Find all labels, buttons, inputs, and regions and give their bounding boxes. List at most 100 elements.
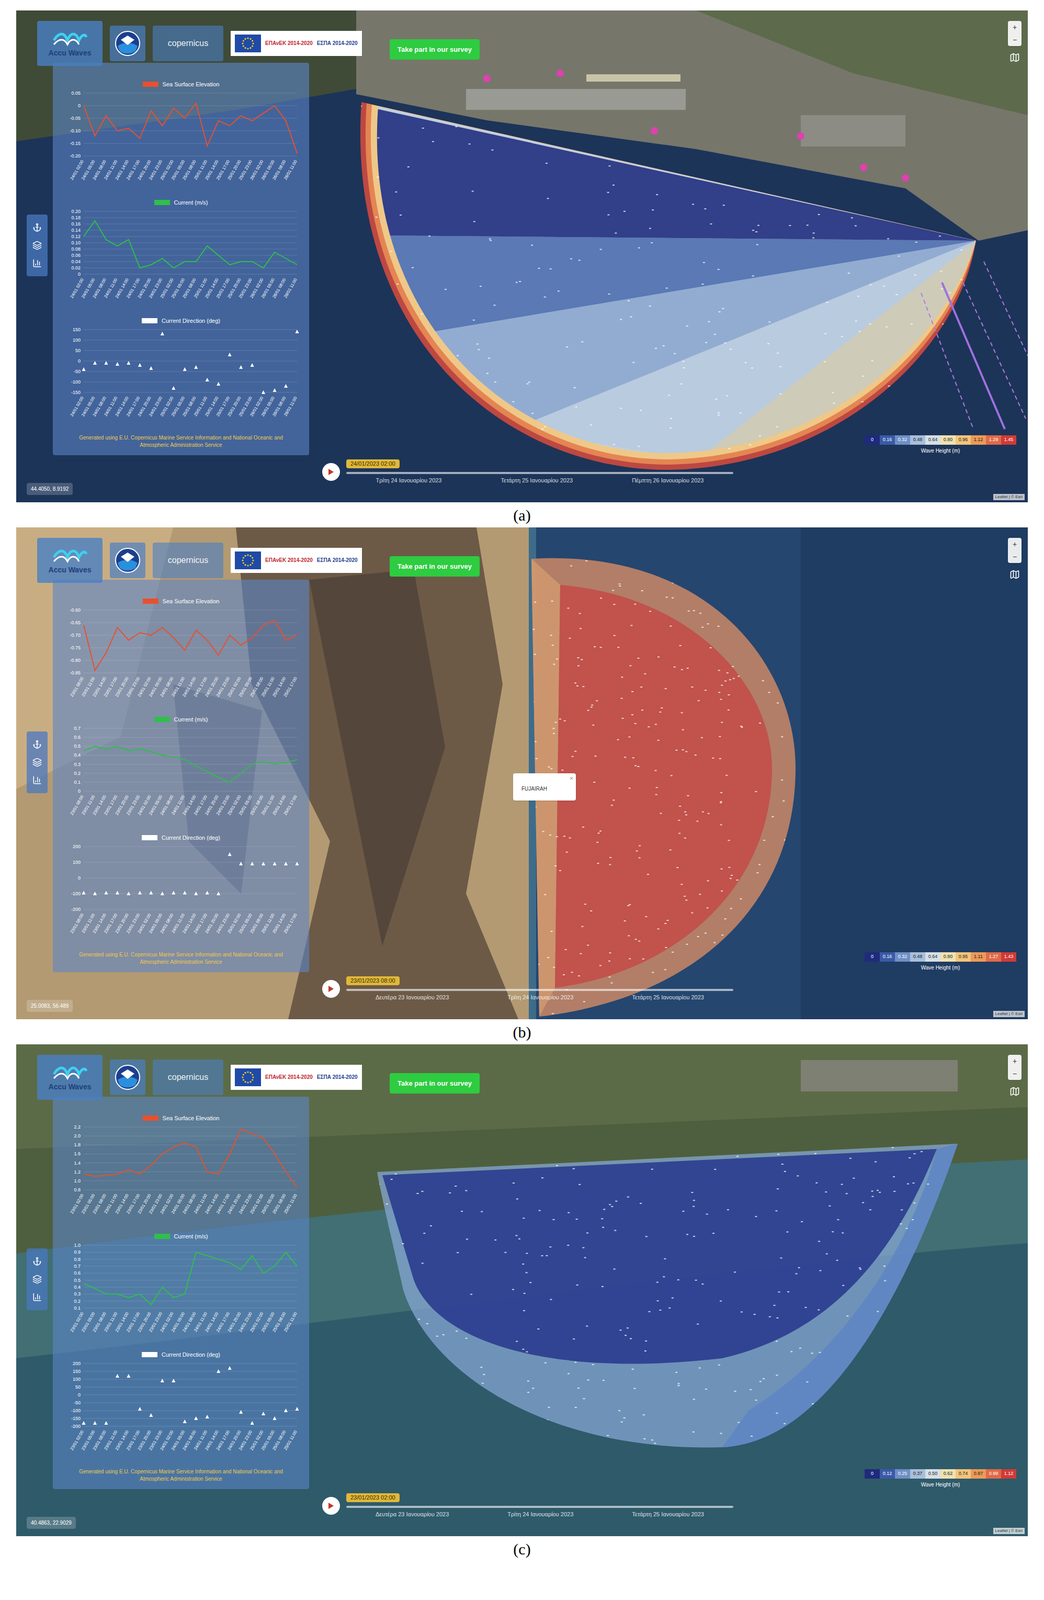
zoom-button[interactable]: − bbox=[1007, 550, 1022, 563]
svg-text:0.8: 0.8 bbox=[73, 1186, 81, 1193]
legend-swatch: 1.27 bbox=[985, 951, 1002, 962]
svg-text:0.4: 0.4 bbox=[73, 1284, 81, 1290]
svg-text:25/01 17:00: 25/01 17:00 bbox=[282, 793, 299, 816]
legend-swatch: 0.32 bbox=[894, 435, 911, 445]
play-button[interactable] bbox=[322, 1496, 340, 1515]
zoom-button[interactable]: − bbox=[1007, 1067, 1022, 1080]
play-icon bbox=[327, 984, 335, 993]
legend-swatch: 0.62 bbox=[940, 1468, 956, 1479]
espa-logo: ΕΣΠΑ 2014-2020 bbox=[316, 557, 358, 564]
direction-arrow-icon bbox=[149, 366, 153, 370]
svg-text:0.05: 0.05 bbox=[71, 90, 81, 96]
survey-button[interactable]: Take part in our survey bbox=[389, 1072, 480, 1094]
chart: Current (m/s)0.70.60.50.40.30.20.1023/01… bbox=[59, 714, 303, 829]
direction-arrow-icon bbox=[284, 1408, 288, 1412]
direction-arrow-icon bbox=[138, 1406, 142, 1411]
noaa-icon bbox=[114, 547, 141, 574]
anchor-icon[interactable] bbox=[32, 222, 42, 233]
map-view[interactable]: Sea Surface Elevation2.22.01.81.61.41.21… bbox=[16, 1044, 1028, 1536]
chart-title: Sea Surface Elevation bbox=[162, 596, 220, 606]
legend-swatch bbox=[154, 199, 170, 206]
time-slider[interactable] bbox=[346, 471, 734, 474]
direction-arrow-icon bbox=[295, 329, 300, 334]
svg-text:0.2: 0.2 bbox=[73, 770, 81, 776]
legend-swatch: 0.64 bbox=[925, 435, 941, 445]
basemap-icon[interactable] bbox=[1009, 569, 1020, 580]
play-button[interactable] bbox=[322, 979, 340, 998]
zoom-button[interactable]: + bbox=[1007, 1054, 1022, 1068]
direction-arrow-icon bbox=[104, 1420, 108, 1425]
legend-swatch: 0 bbox=[864, 435, 880, 445]
legend-swatch bbox=[141, 318, 158, 324]
direction-arrow-icon bbox=[273, 1415, 277, 1420]
legend-swatch: 0.32 bbox=[894, 951, 911, 962]
time-badge: 23/01/2023 02:00 bbox=[346, 1492, 400, 1502]
chart-icon[interactable] bbox=[32, 775, 42, 785]
time-badge: 24/01/2023 02:00 bbox=[346, 459, 400, 469]
svg-text:0.4: 0.4 bbox=[73, 752, 81, 758]
chart-plot: 0.200.180.160.140.120.100.080.060.040.02… bbox=[60, 207, 302, 312]
series-line bbox=[83, 1128, 298, 1187]
legend-swatch: 1.43 bbox=[1001, 951, 1017, 962]
direction-arrow-icon bbox=[194, 365, 198, 369]
layers-icon[interactable] bbox=[32, 240, 42, 251]
popup-close[interactable]: × bbox=[569, 773, 574, 783]
svg-text:-0.60: -0.60 bbox=[69, 607, 81, 613]
direction-arrow-icon bbox=[126, 360, 131, 365]
timeline-date: Πέμπτη 26 Ιανουαρίου 2023 bbox=[631, 475, 704, 485]
series-line bbox=[83, 619, 298, 671]
direction-arrow-icon bbox=[273, 388, 277, 392]
timeline: 23/01/2023 02:00Δευτέρα 23 Ιανουαρίου 20… bbox=[322, 1492, 734, 1519]
basemap-icon[interactable] bbox=[1009, 52, 1020, 63]
layers-icon[interactable] bbox=[32, 1274, 42, 1284]
wave-height-legend: 00.160.320.480.640.800.951.111.271.43Wav… bbox=[864, 951, 1017, 972]
survey-button[interactable]: Take part in our survey bbox=[389, 555, 480, 577]
basemap-icon[interactable] bbox=[1009, 1085, 1020, 1097]
chart-title: Sea Surface Elevation bbox=[162, 80, 220, 89]
timeline-date: Τρίτη 24 Ιανουαρίου 2023 bbox=[507, 1509, 574, 1519]
legend-swatch: 0.64 bbox=[925, 951, 941, 962]
chart: Current (m/s)0.200.180.160.140.120.100.0… bbox=[59, 197, 303, 312]
zoom-button[interactable]: − bbox=[1007, 33, 1022, 47]
svg-text:25/01 11:00: 25/01 11:00 bbox=[282, 1428, 299, 1451]
direction-arrow-icon bbox=[160, 331, 165, 336]
waves-icon bbox=[51, 1062, 89, 1082]
svg-text:-0.65: -0.65 bbox=[69, 619, 81, 626]
chart-panel: Sea Surface Elevation0.050-0.05-0.10-0.1… bbox=[52, 62, 310, 456]
direction-arrow-icon bbox=[261, 390, 266, 394]
chart-plot: 2001000-100-20023/01 08:0023/01 11:0023/… bbox=[60, 842, 302, 947]
svg-text:26/01 11:00: 26/01 11:00 bbox=[282, 277, 299, 299]
time-slider[interactable] bbox=[346, 1505, 734, 1508]
play-icon bbox=[327, 468, 335, 476]
figure-panel: Sea Surface Elevation2.22.01.81.61.41.21… bbox=[16, 1044, 1028, 1561]
legend-swatch: 0.87 bbox=[970, 1468, 986, 1479]
coordinates: 44.4050, 8.9192 bbox=[26, 482, 73, 495]
play-icon bbox=[327, 1501, 335, 1509]
time-slider[interactable] bbox=[346, 988, 734, 991]
direction-arrow-icon bbox=[171, 890, 176, 895]
legend-swatch: 1.29 bbox=[985, 435, 1002, 445]
chart-icon[interactable] bbox=[32, 1291, 42, 1302]
svg-text:0.08: 0.08 bbox=[71, 246, 81, 252]
legend-swatch: 0.48 bbox=[910, 435, 926, 445]
location-popup[interactable]: ×FUJAIRAH bbox=[513, 773, 576, 801]
layers-icon[interactable] bbox=[32, 757, 42, 767]
zoom-button[interactable]: + bbox=[1007, 537, 1022, 551]
wave-height-legend: 00.120.250.370.500.620.740.870.991.12Wav… bbox=[864, 1468, 1017, 1489]
svg-text:0.7: 0.7 bbox=[73, 725, 81, 731]
play-button[interactable] bbox=[322, 462, 340, 481]
chart-icon[interactable] bbox=[32, 258, 42, 268]
legend-swatch: 0.95 bbox=[955, 951, 971, 962]
funding-logos: ΕΠΑνΕΚ 2014-2020ΕΣΠΑ 2014-2020 bbox=[230, 30, 362, 56]
zoom-button[interactable]: + bbox=[1007, 20, 1022, 34]
legend-swatch: 0.37 bbox=[910, 1468, 926, 1479]
survey-button[interactable]: Take part in our survey bbox=[389, 39, 480, 60]
svg-text:-0.70: -0.70 bbox=[69, 632, 81, 638]
direction-arrow-icon bbox=[205, 890, 210, 895]
map-view[interactable]: Sea Surface Elevation-0.60-0.65-0.70-0.7… bbox=[16, 527, 1028, 1019]
direction-arrow-icon bbox=[216, 381, 221, 386]
anchor-icon[interactable] bbox=[32, 739, 42, 750]
anchor-icon[interactable] bbox=[32, 1256, 42, 1266]
svg-text:-150: -150 bbox=[71, 1415, 81, 1421]
map-view[interactable]: Sea Surface Elevation0.050-0.05-0.10-0.1… bbox=[16, 10, 1028, 503]
